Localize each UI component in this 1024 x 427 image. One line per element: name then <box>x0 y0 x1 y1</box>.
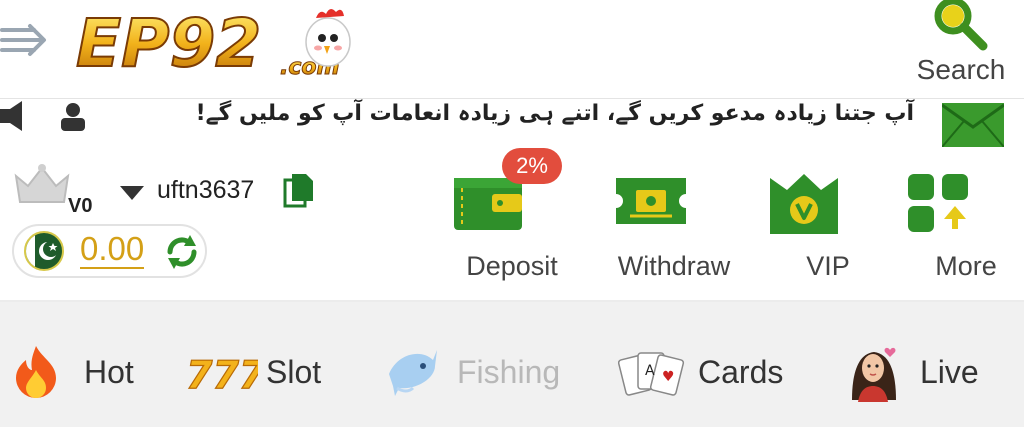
category-fishing[interactable]: Fishing <box>383 342 560 402</box>
search-label: Search <box>916 54 1006 85</box>
top-header: EP92 .com Search <box>0 0 1024 100</box>
copy-icon[interactable] <box>283 172 315 208</box>
deposit-label: Deposit <box>466 251 558 281</box>
search-icon <box>934 0 988 51</box>
more-label: More <box>935 251 997 281</box>
category-hot[interactable]: Hot <box>12 342 134 402</box>
pakistan-flag-icon <box>24 231 64 271</box>
withdraw-label: Withdraw <box>617 251 731 281</box>
balance-pill: 0.00 <box>12 224 207 278</box>
chicken-mascot-icon <box>305 8 351 67</box>
flame-icon <box>16 346 56 398</box>
category-cards[interactable]: A ♥ Cards <box>618 342 783 402</box>
marquee-text: آپ جتنا زیادہ مدعو کریں گے، اتنے ہی زیاد… <box>195 101 914 126</box>
vip-level: V0 <box>68 195 93 217</box>
caret-down-icon[interactable] <box>118 182 146 202</box>
megaphone-icon <box>0 101 30 131</box>
seven-seven-seven-icon: 777 <box>186 352 258 394</box>
grid-icon <box>908 174 968 232</box>
logo-text: EP92 <box>76 5 261 82</box>
category-live[interactable]: Live <box>846 342 979 402</box>
balance-amount: 0.00 <box>80 230 145 269</box>
announcement-marquee[interactable]: آپ جتنا زیادہ مدعو کریں گے، اتنے ہی زیاد… <box>0 98 1024 149</box>
group-icon <box>58 101 88 131</box>
category-slot[interactable]: 777 Slot <box>186 342 321 402</box>
vip-crown-badge-icon <box>12 162 72 210</box>
category-label: Fishing <box>457 353 561 390</box>
svg-text:777: 777 <box>186 353 258 394</box>
search-button[interactable]: Search <box>905 0 1020 96</box>
svg-text:♥: ♥ <box>662 369 675 385</box>
ep92-logo[interactable]: EP92 .com <box>72 2 362 83</box>
refresh-icon[interactable] <box>162 232 202 272</box>
more-button[interactable]: More <box>906 168 997 281</box>
svg-text:A: A <box>645 363 655 379</box>
withdraw-button[interactable]: Withdraw <box>614 168 730 281</box>
vip-label: VIP <box>806 251 850 281</box>
category-label: Slot <box>266 353 322 390</box>
mail-icon[interactable] <box>941 103 1005 148</box>
live-dealer-icon <box>852 347 896 402</box>
menu-arrow-icon[interactable] <box>0 18 50 58</box>
game-category-bar: Hot 777 Slot Fishing A ♥ Cards Live <box>0 302 1024 427</box>
vip-crown-icon <box>770 174 838 234</box>
category-label: Hot <box>84 353 134 390</box>
vip-button[interactable]: VIP <box>768 168 850 281</box>
playing-cards-icon: A ♥ <box>618 352 685 396</box>
deposit-bonus-badge: 2% <box>502 148 562 184</box>
cash-ticket-icon <box>616 178 686 224</box>
category-label: Cards <box>698 353 784 390</box>
username: uftn3637 <box>157 176 255 204</box>
category-label: Live <box>920 353 979 390</box>
fish-icon <box>389 350 437 396</box>
